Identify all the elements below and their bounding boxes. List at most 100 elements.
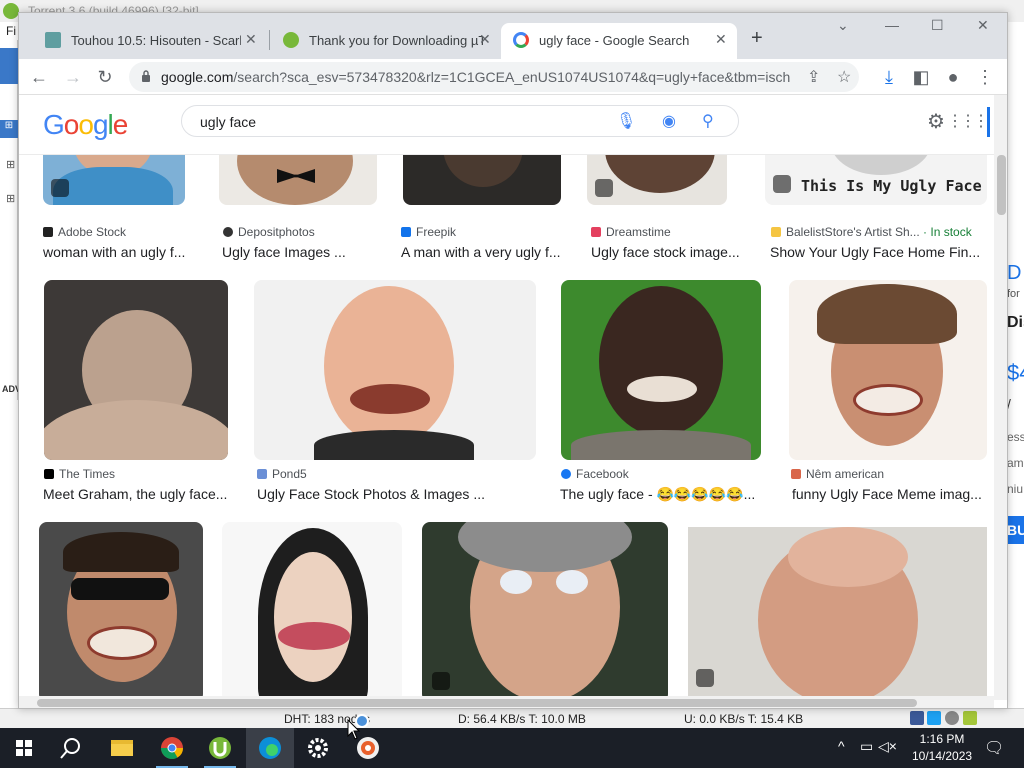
address-bar[interactable]: google.com/search?sca_esv=573478320&rlz=… — [129, 62, 859, 92]
maximize-button[interactable]: ☐ — [931, 17, 944, 34]
sign-in-edge[interactable] — [987, 107, 990, 137]
vertical-scrollbar[interactable] — [994, 95, 1007, 700]
upload-status: U: 0.0 KB/s T: 15.4 KB — [684, 712, 804, 726]
result-caption[interactable]: Meet Graham, the ugly face... — [43, 486, 233, 502]
url-text[interactable]: google.com/search?sca_esv=573478320&rlz=… — [161, 69, 791, 85]
google-header: Google 🎙 ◉ ⚲ ⚙ ⋮⋮⋮ — [19, 95, 994, 155]
close-tab-icon[interactable]: ✕ — [479, 31, 491, 48]
result-caption[interactable]: The ugly face - 😂😂😂😂😂... — [560, 486, 770, 503]
reload-icon[interactable]: ↻ — [93, 65, 117, 89]
expand-icon[interactable]: ⊞ — [6, 192, 15, 205]
background-sidebar: ⊞ ⊞ ⊞ — [0, 40, 18, 400]
settings-taskbar-button[interactable] — [294, 728, 342, 768]
google-favicon-icon — [513, 32, 529, 48]
share-icon[interactable]: ⇪ — [807, 67, 820, 87]
result-caption[interactable]: funny Ugly Face Meme imag... — [792, 486, 984, 502]
new-tab-button[interactable]: + — [751, 27, 763, 50]
image-result[interactable] — [43, 147, 185, 205]
tab-label: Thank you for Downloading µTorr — [309, 33, 483, 48]
result-source[interactable]: Depositphotos — [223, 225, 315, 239]
file-explorer-button[interactable] — [98, 728, 146, 768]
image-result[interactable] — [44, 280, 228, 460]
ad-text: ess — [1007, 430, 1024, 444]
minimize-button[interactable]: — — [885, 17, 899, 33]
close-tab-icon[interactable]: ✕ — [715, 31, 727, 48]
tab-google-search[interactable]: ugly face - Google Search ✕ — [501, 23, 737, 59]
image-result[interactable] — [219, 147, 377, 205]
side-panel-icon[interactable]: ◧ — [909, 65, 933, 89]
image-result[interactable]: This Is My Ugly Face — [765, 147, 987, 205]
result-source[interactable]: The Times — [44, 467, 115, 481]
image-badge-icon — [773, 175, 791, 193]
search-icon[interactable]: ⚲ — [702, 111, 714, 131]
lens-icon[interactable]: ◉ — [662, 111, 676, 131]
bookmark-star-icon[interactable]: ☆ — [837, 67, 851, 87]
image-result[interactable] — [39, 522, 203, 700]
download-icon[interactable]: ⤓ — [877, 65, 901, 89]
image-result[interactable] — [789, 280, 987, 460]
window-close-button[interactable]: ✕ — [977, 17, 989, 34]
twitter-icon[interactable] — [927, 711, 941, 725]
menu-kebab-icon[interactable]: ⋮ — [973, 65, 997, 89]
back-arrow-icon[interactable]: ← — [27, 65, 51, 89]
forward-arrow-icon[interactable]: → — [61, 65, 85, 89]
chrome-window: Touhou 10.5: Hisouten - Scarlet W ✕ Than… — [18, 12, 1008, 709]
image-badge-icon — [595, 179, 613, 197]
background-menu-file[interactable]: Fi — [6, 24, 16, 38]
result-source[interactable]: Nêm american — [791, 467, 884, 481]
result-caption[interactable]: woman with an ugly f... — [43, 244, 203, 260]
logo-letter: o — [63, 109, 80, 140]
system-clock[interactable]: 1:16 PM 10/14/2023 — [912, 731, 972, 765]
tab-touhou[interactable]: Touhou 10.5: Hisouten - Scarlet W ✕ — [33, 23, 269, 59]
result-caption[interactable]: Ugly Face Stock Photos & Images ... — [257, 486, 507, 502]
expand-icon[interactable]: ⊞ — [6, 158, 15, 171]
windows-logo-icon — [16, 740, 32, 756]
image-result[interactable] — [222, 522, 402, 700]
result-source[interactable]: Adobe Stock — [43, 225, 126, 239]
horizontal-scrollbar[interactable] — [19, 696, 994, 708]
chrome-taskbar-button[interactable] — [148, 728, 196, 768]
volume-muted-icon[interactable]: ◁× — [878, 738, 897, 768]
search-taskbar-button[interactable] — [48, 728, 96, 768]
tab-strip: Touhou 10.5: Hisouten - Scarlet W ✕ Than… — [19, 13, 1007, 59]
result-source[interactable]: Pond5 — [257, 467, 307, 481]
close-tab-icon[interactable]: ✕ — [245, 31, 257, 48]
utorrent-taskbar-button[interactable] — [196, 728, 244, 768]
scroll-thumb[interactable] — [997, 155, 1006, 215]
image-result[interactable] — [422, 522, 668, 700]
taskbar: ^ ▭ ◁× 1:16 PM 10/14/2023 🗨 — [0, 728, 1024, 768]
tab-search-chevron-icon[interactable]: ⌄ — [837, 17, 849, 34]
result-caption[interactable]: Show Your Ugly Face Home Fin... — [770, 244, 982, 260]
image-result[interactable] — [587, 147, 727, 205]
apps-grid-icon[interactable]: ⋮⋮⋮ — [947, 111, 989, 131]
background-sidebar-selected[interactable]: ⊞ — [0, 120, 18, 138]
result-source[interactable]: Dreamstime — [591, 225, 671, 239]
search-input[interactable] — [200, 112, 600, 132]
settings-gear-icon[interactable]: ⚙ — [927, 109, 945, 134]
result-caption[interactable]: A man with a very ugly f... — [401, 244, 581, 260]
edge-taskbar-button[interactable] — [246, 728, 294, 768]
result-caption[interactable]: Ugly face Images ... — [222, 244, 382, 260]
result-source[interactable]: BalelistStore's Artist Sh... · In stock — [771, 225, 972, 239]
image-result[interactable] — [403, 147, 561, 205]
result-source[interactable]: Facebook — [561, 467, 629, 481]
notifications-icon[interactable]: 🗨 — [984, 738, 1004, 768]
network-icon[interactable]: ▭ — [860, 738, 873, 768]
show-hidden-icons[interactable]: ^ — [838, 738, 845, 768]
google-logo[interactable]: Google — [43, 109, 128, 141]
image-result[interactable] — [254, 280, 536, 460]
image-result[interactable] — [688, 527, 987, 697]
lock-icon[interactable] — [141, 70, 151, 82]
scroll-thumb[interactable] — [37, 699, 917, 707]
facebook-icon[interactable] — [910, 711, 924, 725]
result-caption[interactable]: Ugly face stock image... — [591, 244, 751, 260]
image-result[interactable] — [561, 280, 761, 460]
result-source[interactable]: Freepik — [401, 225, 456, 239]
web-icon[interactable] — [945, 711, 959, 725]
mic-icon[interactable]: 🎙 — [616, 111, 636, 131]
profile-avatar-icon[interactable]: ● — [941, 65, 965, 89]
search-icon — [60, 738, 80, 759]
tab-utorrent[interactable]: Thank you for Downloading µTorr ✕ — [271, 23, 499, 59]
start-button[interactable] — [0, 728, 48, 768]
android-icon[interactable] — [963, 711, 977, 725]
